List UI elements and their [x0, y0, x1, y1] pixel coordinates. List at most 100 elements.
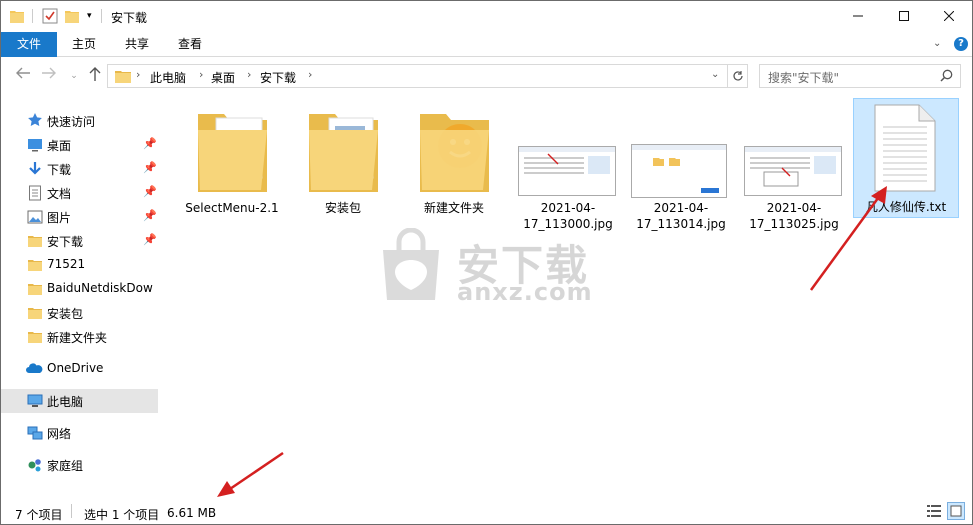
- folder-documents-icon: [305, 104, 381, 196]
- pin-icon[interactable]: 📌: [143, 185, 157, 198]
- ribbon-expand-icon[interactable]: ⌄: [933, 38, 941, 49]
- nav-onedrive-label: OneDrive: [47, 361, 104, 375]
- new-folder-icon[interactable]: [65, 8, 79, 26]
- nav-item-label: 桌面: [47, 139, 72, 153]
- folder-icon: [27, 257, 43, 273]
- folder-icon: [10, 8, 24, 26]
- document-icon: [27, 185, 43, 201]
- navigation-bar: ⌄ › 此电脑 › 桌面 › 安下载 › ⌄ 搜索"安下载": [1, 58, 972, 94]
- watermark: 安下载 anxz.com: [377, 224, 607, 310]
- watermark-bag-icon: [383, 228, 439, 300]
- back-arrow-icon[interactable]: [14, 67, 32, 85]
- nav-item-label: 文档: [47, 187, 72, 201]
- nav-network-label: 网络: [47, 427, 72, 441]
- large-icons-view-button[interactable]: [947, 502, 965, 520]
- tab-view[interactable]: 查看: [167, 32, 213, 57]
- pin-icon[interactable]: 📌: [143, 161, 157, 174]
- file-item[interactable]: 安装包: [288, 98, 398, 226]
- nav-onedrive[interactable]: OneDrive: [1, 357, 158, 381]
- nav-this-pc[interactable]: 此电脑: [1, 389, 158, 413]
- status-bar: 7 个项目 选中 1 个项目 6.61 MB: [1, 498, 972, 524]
- nav-quick-access-label: 快速访问: [47, 115, 96, 129]
- nav-item-label: BaiduNetdiskDow: [47, 281, 153, 295]
- recent-locations-icon[interactable]: ⌄: [65, 67, 83, 85]
- pin-icon[interactable]: 📌: [143, 233, 157, 246]
- nav-item-downloads[interactable]: 下载 📌: [1, 157, 158, 181]
- nav-item-label: 下载: [47, 163, 72, 177]
- customize-toolbar-icon[interactable]: ▾: [87, 11, 97, 29]
- pin-icon[interactable]: 📌: [143, 209, 157, 222]
- refresh-icon: [732, 71, 743, 81]
- watermark-domain: anxz.com: [457, 278, 593, 306]
- window-title: 安下载: [111, 11, 148, 25]
- address-dropdown-icon[interactable]: ⌄: [711, 69, 719, 80]
- folder-icon: [27, 281, 43, 297]
- tab-file[interactable]: 文件: [1, 32, 57, 57]
- star-icon: [27, 112, 43, 131]
- maximize-button[interactable]: [881, 1, 927, 31]
- annotation-arrow-icon: [217, 451, 284, 497]
- file-name: 2021-04-17_113014.jpg: [636, 201, 726, 231]
- nav-item-baidunetdisk[interactable]: BaiduNetdiskDow: [1, 277, 158, 301]
- nav-homegroup-label: 家庭组: [47, 459, 84, 473]
- nav-network[interactable]: 网络: [1, 421, 158, 445]
- help-icon[interactable]: ?: [954, 37, 968, 51]
- address-bar[interactable]: › 此电脑 › 桌面 › 安下载 › ⌄: [107, 64, 748, 88]
- nav-item-pictures[interactable]: 图片 📌: [1, 205, 158, 229]
- image-thumbnail-icon: [631, 144, 727, 198]
- nav-item-desktop[interactable]: 桌面 📌: [1, 133, 158, 157]
- homegroup-icon: [27, 457, 43, 473]
- file-item[interactable]: 2021-04-17_113000.jpg: [513, 98, 623, 231]
- nav-item-installers[interactable]: 安装包: [1, 301, 158, 325]
- file-item[interactable]: 2021-04-17_113014.jpg: [626, 98, 736, 231]
- status-selected-count: 选中 1 个项目: [84, 508, 160, 522]
- nav-item-71521[interactable]: 71521: [1, 253, 158, 277]
- nav-item-label: 新建文件夹: [47, 331, 108, 345]
- details-view-icon[interactable]: [927, 504, 941, 518]
- close-button[interactable]: [926, 1, 972, 31]
- properties-icon[interactable]: [42, 8, 58, 26]
- folder-icon: [27, 305, 43, 321]
- file-name: 新建文件夹: [423, 201, 484, 215]
- nav-item-label: 图片: [47, 211, 72, 225]
- nav-quick-access[interactable]: 快速访问: [1, 109, 158, 133]
- image-thumbnail-icon: [518, 146, 616, 196]
- file-list[interactable]: 安下载 anxz.com SelectMenu-2.1 安装包 新建文件夹 20…: [161, 94, 972, 498]
- file-name: 安装包: [324, 201, 361, 215]
- large-icons-view-icon: [950, 505, 962, 517]
- file-item[interactable]: 新建文件夹: [399, 98, 509, 226]
- refresh-button[interactable]: [727, 64, 748, 88]
- file-item[interactable]: SelectMenu-2.1: [177, 98, 287, 226]
- tab-home[interactable]: 主页: [61, 32, 107, 57]
- nav-this-pc-label: 此电脑: [47, 395, 84, 409]
- navigation-pane: 快速访问 桌面 📌 下载 📌 文档 📌 图片 📌 安下载 📌 71521 Bai…: [1, 94, 161, 498]
- download-icon: [27, 161, 43, 177]
- search-icon[interactable]: [940, 69, 953, 85]
- breadcrumb-desktop[interactable]: 桌面: [211, 69, 235, 86]
- nav-item-documents[interactable]: 文档 📌: [1, 181, 158, 205]
- pin-icon[interactable]: 📌: [143, 137, 157, 150]
- cloud-icon: [25, 361, 43, 377]
- text-file-icon: [869, 103, 939, 193]
- nav-item-anxiazai[interactable]: 安下载 📌: [1, 229, 158, 253]
- nav-item-label: 安下载: [47, 235, 84, 249]
- computer-icon: [27, 393, 43, 409]
- up-arrow-icon[interactable]: [86, 67, 104, 85]
- ribbon-tabs: 文件 主页 共享 查看 ⌄ ?: [1, 32, 972, 57]
- nav-item-new-folder[interactable]: 新建文件夹: [1, 325, 158, 349]
- folder-icon: [27, 329, 43, 345]
- nav-homegroup[interactable]: 家庭组: [1, 453, 158, 477]
- file-name: 2021-04-17_113000.jpg: [523, 201, 613, 231]
- breadcrumb-current[interactable]: 安下载: [260, 69, 296, 86]
- nav-item-label: 安装包: [47, 307, 84, 321]
- desktop-icon: [27, 137, 43, 153]
- minimize-button[interactable]: [835, 1, 881, 31]
- file-name: SelectMenu-2.1: [185, 201, 279, 215]
- annotation-arrow-icon: [809, 186, 887, 291]
- status-item-count: 7 个项目: [15, 508, 63, 522]
- folder-app-icon: [194, 104, 270, 196]
- tab-share[interactable]: 共享: [114, 32, 160, 57]
- breadcrumb-this-pc[interactable]: 此电脑: [150, 69, 186, 86]
- search-input[interactable]: 搜索"安下载": [759, 64, 961, 88]
- forward-arrow-icon[interactable]: [40, 67, 58, 85]
